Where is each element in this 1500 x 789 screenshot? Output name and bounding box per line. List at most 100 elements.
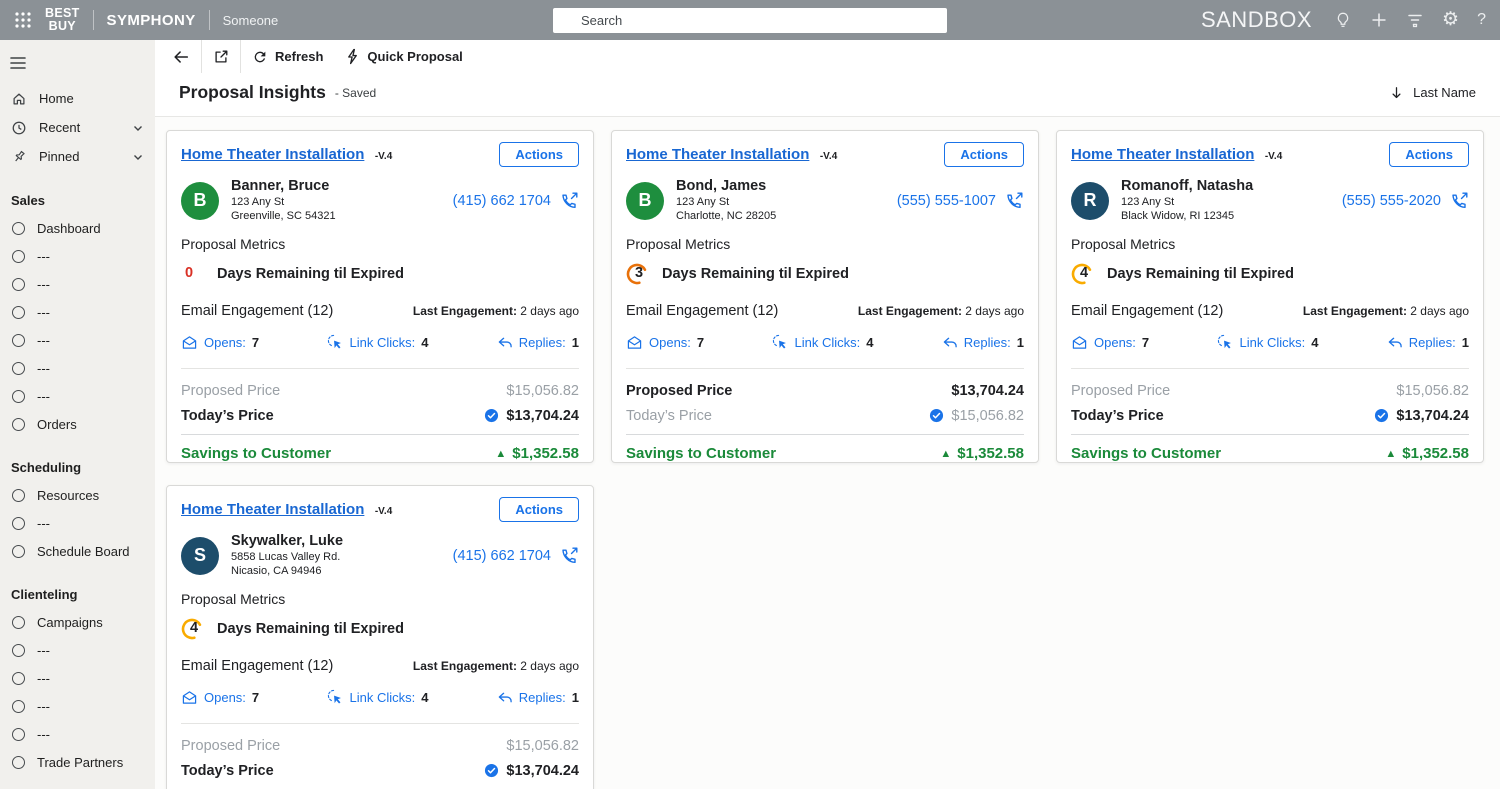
back-button[interactable] (161, 40, 201, 73)
plus-icon[interactable] (1370, 11, 1388, 29)
phone-forward-icon[interactable] (1449, 191, 1469, 211)
actions-button[interactable]: Actions (499, 142, 579, 167)
replies-stat[interactable]: Replies: 1 (1387, 335, 1469, 350)
customer-phone[interactable]: (415) 662 1704 (453, 191, 579, 211)
sidebar: Home Recent (0, 40, 155, 789)
proposal-card: Home Theater Installation -V.4 Actions B… (611, 130, 1039, 463)
phone-number[interactable]: (555) 555-2020 (1342, 193, 1441, 209)
replies-value: 1 (1462, 335, 1469, 350)
user-context[interactable]: Someone (223, 13, 279, 28)
sidebar-section-title: Clienteling (0, 587, 155, 602)
sidebar-item[interactable]: --- (0, 720, 155, 748)
sidebar-item[interactable]: Trade Partners (0, 748, 155, 776)
radio-circle-icon (12, 362, 25, 375)
sidebar-item[interactable]: --- (0, 636, 155, 664)
phone-number[interactable]: (555) 555-1007 (897, 193, 996, 209)
customer-phone[interactable]: (555) 555-1007 (897, 191, 1024, 211)
proposal-metrics-heading: Proposal Metrics (1071, 236, 1469, 252)
chevron-down-icon[interactable] (132, 151, 144, 163)
email-engagement-heading: Email Engagement (12) (1071, 303, 1223, 319)
sidebar-item[interactable]: Campaigns (0, 608, 155, 636)
check-circle-icon (484, 408, 499, 423)
opens-value: 7 (697, 335, 704, 350)
radio-circle-icon (12, 517, 25, 530)
replies-stat[interactable]: Replies: 1 (497, 690, 579, 705)
chevron-down-icon[interactable] (132, 122, 144, 134)
link-clicks-stat[interactable]: Link Clicks: 4 (772, 334, 873, 350)
best-buy-logo[interactable]: BEST BUY (45, 7, 80, 33)
app-grid-icon[interactable] (14, 11, 32, 29)
radio-circle-icon (12, 700, 25, 713)
link-clicks-value: 4 (421, 690, 428, 705)
reply-arrow-icon (942, 335, 958, 350)
proposal-title-link[interactable]: Home Theater Installation (181, 146, 364, 163)
proposal-title-link[interactable]: Home Theater Installation (626, 146, 809, 163)
proposal-title-link[interactable]: Home Theater Installation (1071, 146, 1254, 163)
customer-address-line2: Black Widow, RI 12345 (1121, 210, 1253, 224)
proposal-title-link[interactable]: Home Theater Installation (181, 501, 364, 518)
customer-phone[interactable]: (555) 555-2020 (1342, 191, 1469, 211)
opens-stat[interactable]: Opens: 7 (1071, 335, 1149, 350)
opens-stat[interactable]: Opens: 7 (626, 335, 704, 350)
sidebar-item[interactable]: Resources (0, 481, 155, 509)
days-remaining-label: Days Remaining til Expired (217, 266, 404, 282)
opens-stat[interactable]: Opens: 7 (181, 690, 259, 705)
lightbulb-icon[interactable] (1334, 11, 1352, 29)
sidebar-item[interactable]: --- (0, 382, 155, 410)
help-icon[interactable]: ? (1477, 11, 1486, 29)
phone-number[interactable]: (415) 662 1704 (453, 548, 551, 564)
sidebar-item[interactable]: --- (0, 270, 155, 298)
opens-stat[interactable]: Opens: 7 (181, 335, 259, 350)
customer-address-line1: 123 Any St (1121, 196, 1253, 210)
sidebar-item-recent[interactable]: Recent (0, 113, 155, 142)
sidebar-item[interactable]: --- (0, 664, 155, 692)
environment-badge: SANDBOX (1201, 7, 1312, 33)
customer-address-line2: Nicasio, CA 94946 (231, 565, 343, 579)
sidebar-item[interactable]: --- (0, 298, 155, 326)
sidebar-section-title: Sales (0, 193, 155, 208)
link-clicks-stat[interactable]: Link Clicks: 4 (1217, 334, 1318, 350)
sidebar-item-pinned[interactable]: Pinned (0, 142, 155, 171)
sidebar-item[interactable]: --- (0, 692, 155, 720)
phone-forward-icon[interactable] (1004, 191, 1024, 211)
link-clicks-stat[interactable]: Link Clicks: 4 (327, 334, 428, 350)
email-open-icon (181, 335, 198, 350)
divider (209, 10, 210, 30)
link-clicks-stat[interactable]: Link Clicks: 4 (327, 689, 428, 705)
phone-forward-icon[interactable] (559, 191, 579, 211)
sidebar-item-home[interactable]: Home (0, 84, 155, 113)
refresh-button[interactable]: Refresh (241, 40, 334, 73)
proposed-price-label: Proposed Price (181, 738, 280, 754)
actions-button[interactable]: Actions (944, 142, 1024, 167)
today-price-row: Today’s Price $13,704.24 (181, 758, 579, 783)
phone-number[interactable]: (415) 662 1704 (453, 193, 551, 209)
replies-stat[interactable]: Replies: 1 (497, 335, 579, 350)
sidebar-item[interactable]: --- (0, 242, 155, 270)
sidebar-item[interactable]: --- (0, 354, 155, 382)
quick-proposal-button[interactable]: Quick Proposal (334, 40, 473, 73)
avatar: B (181, 182, 219, 220)
filter-icon[interactable] (1406, 11, 1424, 29)
replies-stat[interactable]: Replies: 1 (942, 335, 1024, 350)
sidebar-item[interactable]: Orders (0, 410, 155, 438)
clock-icon (11, 120, 27, 136)
sort-control[interactable]: Last Name (1389, 85, 1476, 101)
sidebar-item[interactable]: --- (0, 326, 155, 354)
sidebar-item[interactable]: --- (0, 509, 155, 537)
sidebar-item[interactable]: Dashboard (0, 214, 155, 242)
hamburger-menu-icon[interactable] (0, 46, 155, 84)
savings-value: $1,352.58 (512, 445, 579, 462)
days-indicator: 4 (181, 618, 208, 640)
customer-address-line1: 123 Any St (231, 196, 336, 210)
email-engagement-heading: Email Engagement (12) (626, 303, 778, 319)
sidebar-section-title: Scheduling (0, 460, 155, 475)
search-input[interactable] (553, 8, 947, 33)
gear-icon[interactable]: ⚙ (1442, 11, 1459, 29)
actions-button[interactable]: Actions (499, 497, 579, 522)
opens-label: Opens: (1094, 335, 1136, 350)
sidebar-item[interactable]: Schedule Board (0, 537, 155, 565)
actions-button[interactable]: Actions (1389, 142, 1469, 167)
open-in-new-button[interactable] (202, 40, 240, 73)
phone-forward-icon[interactable] (559, 546, 579, 566)
customer-phone[interactable]: (415) 662 1704 (453, 546, 579, 566)
